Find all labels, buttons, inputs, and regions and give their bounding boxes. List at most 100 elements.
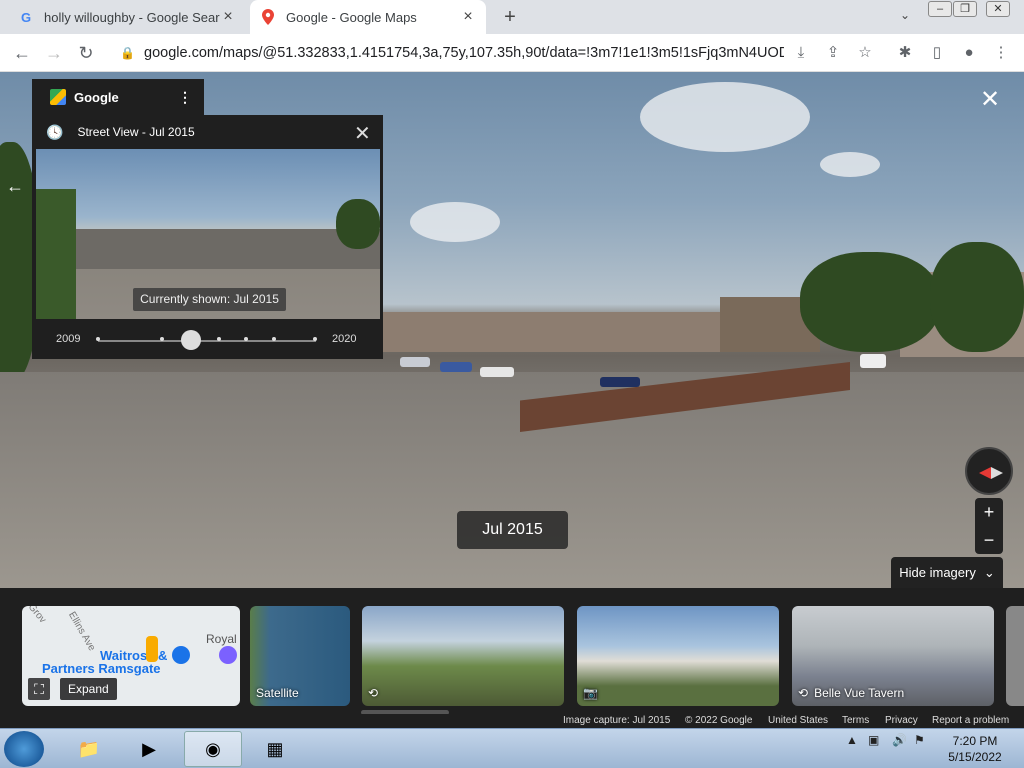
close-icon[interactable]: ✕ [354, 121, 371, 146]
parking-icon[interactable] [219, 646, 237, 664]
compass-button[interactable] [965, 447, 1013, 495]
lock-icon: 🔒 [120, 46, 135, 60]
slider-tick[interactable] [160, 337, 164, 341]
bookmark-star-icon[interactable]: ☆ [854, 42, 876, 64]
brand-label: Google [74, 89, 119, 105]
time-machine-title: Street View - Jul 2015 [77, 125, 195, 139]
close-street-view-button[interactable]: ✕ [978, 88, 1002, 112]
share-icon[interactable]: ⇪ [822, 42, 844, 64]
side-panel-icon[interactable]: ▯ [926, 42, 948, 64]
report-problem-link[interactable]: Report a problem [932, 715, 1009, 726]
history-clock-icon[interactable]: 🕓 [46, 124, 63, 141]
slider-tick[interactable] [272, 337, 276, 341]
minimize-button[interactable]: – [928, 1, 952, 17]
map-footer: Image capture: Jul 2015 © 2022 Google Un… [0, 714, 1024, 728]
preview-tree [336, 199, 380, 249]
google-g-icon: G [20, 9, 32, 25]
network-icon[interactable]: ▣ [868, 733, 879, 747]
street-label: Ellins Ave [66, 610, 98, 653]
action-center-icon[interactable]: ⚑ [914, 733, 925, 747]
install-icon[interactable]: ⤓ [790, 42, 812, 64]
zoom-out-button[interactable]: − [975, 526, 1003, 554]
close-tab-icon[interactable]: × [460, 8, 476, 26]
control-panel-icon[interactable]: ▦ [246, 731, 304, 767]
tab-title: holly willoughby - Google Search [44, 9, 220, 25]
expand-icon[interactable]: ⛶ [28, 678, 50, 700]
poi-label: Royal [206, 632, 237, 646]
time-machine-panel: 🕓 Street View - Jul 2015 ✕ Currently sho… [32, 115, 383, 359]
photo-card[interactable]: ⟲ Belle Vue Tavern [792, 606, 994, 706]
date-slider[interactable]: 2009 2020 [32, 325, 383, 355]
slider-tick[interactable] [313, 337, 317, 341]
slider-start-year: 2009 [56, 333, 81, 345]
360-icon: ⟲ [798, 686, 809, 700]
address-bar[interactable]: 🔒 google.com/maps/@51.332833,1.4151754,3… [110, 39, 880, 67]
slider-tick[interactable] [96, 337, 100, 341]
shopping-cart-icon[interactable] [172, 646, 190, 664]
cloud [410, 202, 500, 242]
tab-title: Google - Google Maps [286, 9, 417, 25]
slider-handle[interactable] [181, 330, 201, 350]
profile-avatar-icon[interactable]: ● [958, 42, 980, 64]
preview-parking [36, 229, 380, 269]
street-label: Grov [25, 606, 49, 626]
clock[interactable]: 7:20 PM 5/15/2022 [940, 733, 1010, 765]
pegman-icon[interactable] [146, 636, 158, 662]
forward-arrow-icon[interactable]: → [42, 41, 66, 65]
slider-track[interactable] [98, 340, 316, 342]
terms-link[interactable]: Terms [842, 715, 869, 726]
expand-tooltip: Expand [60, 678, 117, 700]
close-tab-icon[interactable]: × [220, 8, 236, 26]
slider-tick[interactable] [217, 337, 221, 341]
file-explorer-icon[interactable]: 📁 [60, 731, 118, 767]
more-vert-icon[interactable]: ⋮ [178, 89, 192, 106]
volume-icon[interactable]: 🔊 [892, 733, 907, 747]
extensions-puzzle-icon[interactable]: ✱ [894, 42, 916, 64]
photo-card[interactable]: 📷 [577, 606, 779, 706]
new-tab-button[interactable]: + [498, 5, 522, 29]
hide-imagery-label: Hide imagery [899, 565, 976, 580]
tab-strip: G holly willoughby - Google Search × Goo… [0, 0, 1024, 34]
browser-toolbar: ← → ↻ 🔒 google.com/maps/@51.332833,1.415… [0, 34, 1024, 72]
menu-dots-icon[interactable]: ⋮ [990, 42, 1012, 64]
car [480, 367, 514, 377]
360-icon: ⟲ [368, 686, 379, 700]
slider-tick[interactable] [244, 337, 248, 341]
road [0, 372, 1024, 588]
google-maps-header: Google ⋮ [32, 79, 204, 115]
chevron-down-icon[interactable]: ⌄ [896, 8, 914, 26]
tab-google-search[interactable]: G holly willoughby - Google Search × [8, 0, 246, 34]
car [400, 357, 430, 367]
restore-button[interactable]: ❐ [953, 1, 977, 17]
photo-card[interactable] [1006, 606, 1024, 706]
privacy-link[interactable]: Privacy [885, 715, 918, 726]
country-link[interactable]: United States [768, 715, 828, 726]
date-text: 5/15/2022 [948, 750, 1002, 764]
imagery-strip: Grov Ellins Ave Waitrose & Partners Rams… [0, 588, 1024, 728]
maps-pin-icon [260, 9, 276, 25]
show-hidden-icons[interactable]: ▲ [846, 733, 858, 747]
time-machine-preview[interactable]: Currently shown: Jul 2015 [36, 149, 380, 319]
zoom-in-button[interactable]: + [975, 498, 1003, 526]
cloud [820, 152, 880, 177]
currently-shown-tooltip: Currently shown: Jul 2015 [133, 288, 286, 311]
tree [800, 252, 940, 352]
back-arrow-icon[interactable]: ← [4, 176, 26, 198]
media-player-icon[interactable]: ▶ [120, 731, 178, 767]
photo-card[interactable]: ⟲ [362, 606, 564, 706]
reload-icon[interactable]: ↻ [74, 41, 98, 65]
hide-imagery-button[interactable]: Hide imagery ⌄ [891, 557, 1003, 588]
chrome-icon[interactable]: ◉ [184, 731, 242, 767]
close-window-button[interactable]: ✕ [986, 1, 1010, 17]
slider-end-year: 2020 [332, 333, 357, 345]
satellite-card[interactable]: Satellite [250, 606, 350, 706]
google-maps-logo-icon [50, 89, 66, 105]
start-button[interactable] [4, 731, 44, 767]
minimap-card[interactable]: Grov Ellins Ave Waitrose & Partners Rams… [22, 606, 240, 706]
compass-needle-icon [979, 467, 1003, 479]
van [860, 354, 886, 368]
tree [930, 242, 1024, 352]
tab-google-maps[interactable]: Google - Google Maps × [250, 0, 486, 34]
url-text: google.com/maps/@51.332833,1.4151754,3a,… [144, 45, 784, 61]
back-arrow-icon[interactable]: ← [10, 41, 34, 65]
